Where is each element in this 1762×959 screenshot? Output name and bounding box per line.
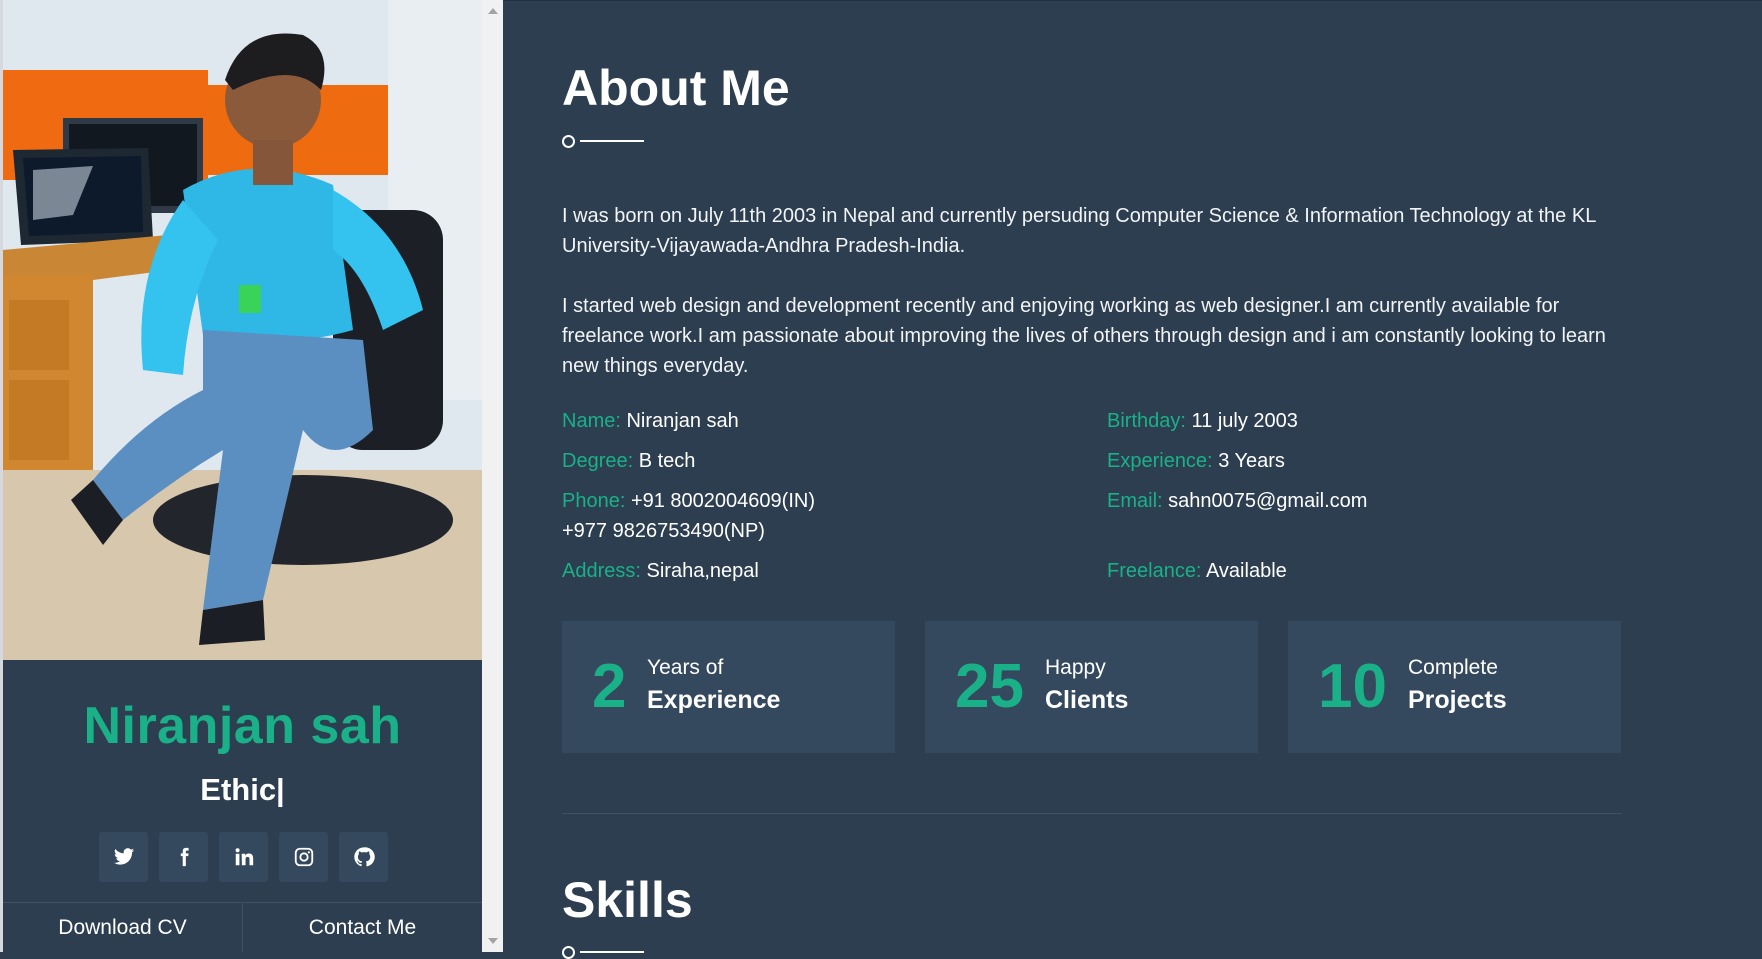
scroll-up-icon[interactable]: [488, 8, 498, 14]
info-email-key: Email:: [1107, 490, 1163, 512]
info-email: Email: sahn0075@gmail.com: [1107, 486, 1367, 516]
profile-photo: [3, 0, 482, 660]
divider-circle-icon: [562, 946, 575, 959]
stat-sub-label: Happy: [1045, 656, 1106, 679]
stat-number: 10: [1318, 652, 1387, 721]
info-phone: Phone: +91 8002004609(IN) +977 982675349…: [562, 486, 815, 546]
stat-sub-label: Complete: [1408, 656, 1498, 679]
twitter-button[interactable]: [99, 832, 148, 882]
linkedin-button[interactable]: [219, 832, 268, 882]
about-title: About Me: [562, 60, 790, 116]
skills-title: Skills: [562, 872, 693, 928]
info-birthday-key: Birthday:: [1107, 410, 1186, 432]
info-freelance: Freelance: Available: [1107, 556, 1287, 586]
info-experience-value: 3 Years: [1218, 450, 1285, 472]
stat-main-label: Clients: [1045, 686, 1129, 714]
divider-circle-icon: [562, 135, 575, 148]
main-content: About Me I was born on July 11th 2003 in…: [503, 0, 1762, 959]
profile-photo-illustration: [3, 0, 482, 660]
contact-me-button[interactable]: Contact Me: [242, 903, 482, 952]
cta-row: Download CV Contact Me: [3, 902, 482, 952]
info-degree-key: Degree:: [562, 450, 634, 472]
twitter-icon: [113, 848, 134, 865]
typed-role-text: Ethic|: [200, 772, 285, 807]
info-name: Name: Niranjan sah: [562, 406, 739, 436]
stat-main-label: Projects: [1408, 686, 1507, 714]
info-freelance-key: Freelance:: [1107, 560, 1202, 582]
github-button[interactable]: [339, 832, 388, 882]
info-birthday-value: 11 july 2003: [1191, 410, 1298, 432]
social-links: [99, 832, 388, 882]
info-phone-value-2: +977 9826753490(NP): [562, 520, 765, 542]
divider-line: [580, 951, 644, 953]
stat-card-clients: 25 Happy Clients: [925, 621, 1258, 753]
info-degree-value: B tech: [638, 450, 696, 472]
github-icon: [353, 847, 375, 867]
info-experience: Experience: 3 Years: [1107, 446, 1285, 476]
skills-title-divider: [562, 945, 644, 959]
facebook-icon: [180, 847, 189, 867]
linkedin-icon: [235, 848, 253, 866]
instagram-icon: [294, 847, 313, 867]
info-email-value[interactable]: sahn0075@gmail.com: [1168, 490, 1367, 512]
profile-name: Niranjan sah: [83, 697, 402, 755]
divider-line: [580, 140, 644, 142]
stat-card-projects: 10 Complete Projects: [1288, 621, 1621, 753]
facebook-button[interactable]: [159, 832, 208, 882]
info-name-key: Name:: [562, 410, 621, 432]
info-address-value: Siraha,nepal: [646, 560, 759, 582]
info-experience-key: Experience:: [1107, 450, 1213, 472]
about-title-divider: [562, 134, 644, 148]
info-phone-value-1: +91 8002004609(IN): [630, 490, 815, 512]
about-paragraph-1: I was born on July 11th 2003 in Nepal an…: [562, 205, 1596, 257]
info-freelance-value: Available: [1205, 560, 1287, 582]
instagram-button[interactable]: [279, 832, 328, 882]
stat-number: 2: [592, 652, 627, 721]
profile-sidebar: Niranjan sah Ethic| Download CV Contact …: [0, 0, 482, 952]
stat-sub-label: Years of: [647, 656, 724, 679]
stat-main-label: Experience: [647, 686, 781, 714]
info-degree: Degree: B tech: [562, 446, 695, 476]
about-paragraph-2: I started web design and development rec…: [562, 295, 1606, 377]
download-cv-button[interactable]: Download CV: [3, 903, 242, 952]
section-divider: [562, 813, 1622, 814]
info-phone-key: Phone:: [562, 490, 626, 512]
scroll-down-icon[interactable]: [488, 938, 498, 944]
sidebar-scrollbar[interactable]: [482, 0, 503, 952]
info-name-value: Niranjan sah: [626, 410, 739, 432]
info-birthday: Birthday: 11 july 2003: [1107, 406, 1298, 436]
stat-number: 25: [955, 652, 1024, 721]
stat-card-experience: 2 Years of Experience: [562, 621, 895, 753]
info-address: Address: Siraha,nepal: [562, 556, 759, 586]
info-address-key: Address:: [562, 560, 641, 582]
